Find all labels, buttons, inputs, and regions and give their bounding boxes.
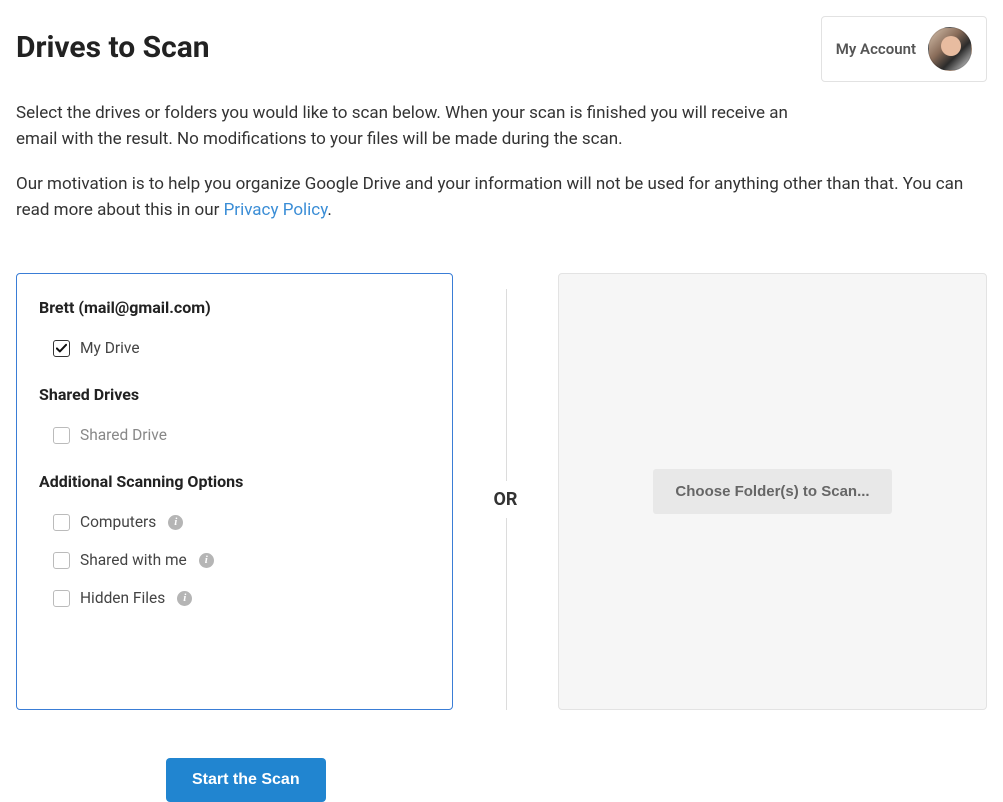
intro-paragraph-2-suffix: . <box>327 200 331 220</box>
drives-panel: Brett (mail@gmail.com) My Drive Shared D… <box>16 273 453 710</box>
my-drive-checkbox[interactable] <box>53 340 70 357</box>
computers-row[interactable]: Computers i <box>53 513 430 531</box>
shared-with-me-label: Shared with me <box>80 551 187 569</box>
additional-options-title: Additional Scanning Options <box>39 472 430 491</box>
shared-drive-label: Shared Drive <box>80 426 167 444</box>
shared-drive-row[interactable]: Shared Drive <box>53 426 430 444</box>
columns: Brett (mail@gmail.com) My Drive Shared D… <box>16 273 987 710</box>
page-title: Drives to Scan <box>16 30 210 65</box>
intro-paragraph-2: Our motivation is to help you organize G… <box>16 171 986 224</box>
header-row: Drives to Scan My Account <box>16 16 987 82</box>
info-icon[interactable]: i <box>168 515 183 530</box>
hidden-files-checkbox[interactable] <box>53 590 70 607</box>
privacy-policy-link[interactable]: Privacy Policy <box>224 200 328 220</box>
shared-with-me-row[interactable]: Shared with me i <box>53 551 430 569</box>
check-icon <box>56 343 67 354</box>
computers-checkbox[interactable] <box>53 514 70 531</box>
hidden-files-label: Hidden Files <box>80 589 165 607</box>
computers-label: Computers <box>80 513 156 531</box>
my-drive-row[interactable]: My Drive <box>53 339 430 357</box>
shared-with-me-checkbox[interactable] <box>53 552 70 569</box>
or-label: OR <box>494 481 518 518</box>
account-email-label: Brett (mail@gmail.com) <box>39 298 430 317</box>
account-label: My Account <box>836 40 916 58</box>
info-icon[interactable]: i <box>177 591 192 606</box>
avatar <box>928 27 972 71</box>
intro-paragraph-1: Select the drives or folders you would l… <box>16 100 796 153</box>
folder-picker-panel: Choose Folder(s) to Scan... <box>558 273 987 710</box>
my-account-button[interactable]: My Account <box>821 16 987 82</box>
intro-paragraph-2-prefix: Our motivation is to help you organize G… <box>16 174 963 220</box>
choose-folders-button[interactable]: Choose Folder(s) to Scan... <box>653 469 891 514</box>
shared-drives-title: Shared Drives <box>39 385 430 404</box>
my-drive-label: My Drive <box>80 339 140 357</box>
divider-column: OR <box>453 289 558 710</box>
shared-drive-checkbox[interactable] <box>53 427 70 444</box>
hidden-files-row[interactable]: Hidden Files i <box>53 589 430 607</box>
info-icon[interactable]: i <box>199 553 214 568</box>
start-scan-button[interactable]: Start the Scan <box>166 758 326 802</box>
